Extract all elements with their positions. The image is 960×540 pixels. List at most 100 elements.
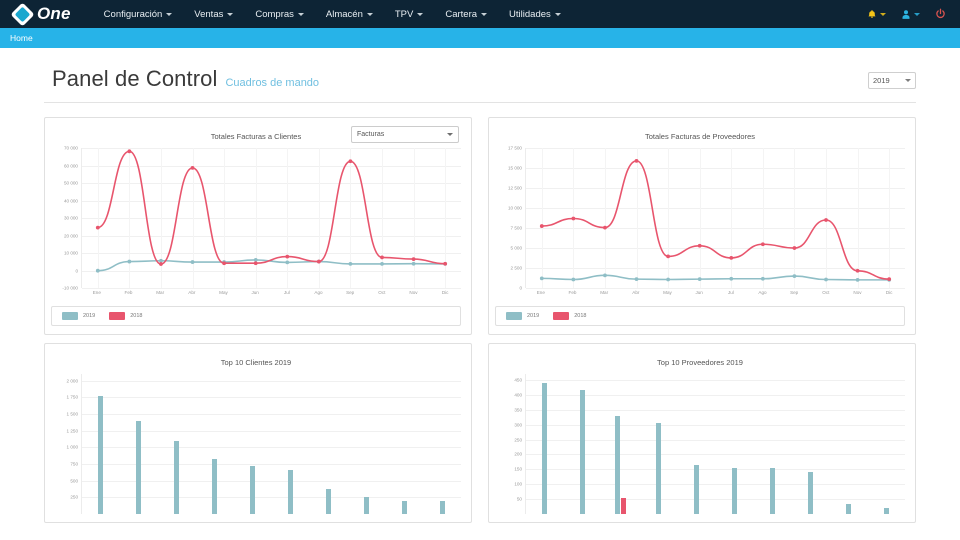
nav-item-cartera[interactable]: Cartera	[434, 3, 498, 26]
series-point-2019[interactable]	[729, 277, 733, 281]
breadcrumb-item-home[interactable]: Home	[10, 33, 33, 43]
series-point-2019[interactable]	[571, 278, 575, 282]
series-point-2018[interactable]	[666, 254, 670, 258]
series-point-2018[interactable]	[761, 242, 765, 246]
nav-item-configuracion[interactable]: Configuración	[93, 3, 184, 26]
series-point-2018[interactable]	[793, 246, 797, 250]
nav-item-compras[interactable]: Compras	[244, 3, 315, 26]
series-point-2018[interactable]	[571, 217, 575, 221]
series-point-2019[interactable]	[159, 259, 163, 263]
bar-2019[interactable]	[326, 489, 331, 514]
logout-button[interactable]	[929, 4, 952, 24]
year-select[interactable]: 2019	[868, 72, 916, 89]
series-point-2019[interactable]	[349, 262, 353, 266]
series-point-2018[interactable]	[603, 226, 607, 230]
bar-2019[interactable]	[136, 421, 141, 514]
series-point-2019[interactable]	[380, 262, 384, 266]
series-point-2019[interactable]	[698, 277, 702, 281]
bar-2018[interactable]	[621, 498, 626, 514]
series-line-2019	[542, 275, 889, 280]
y-axis-tick: 250	[70, 495, 78, 500]
bar-2019[interactable]	[542, 383, 547, 514]
bar-2019[interactable]	[656, 423, 661, 514]
series-point-2019[interactable]	[412, 262, 416, 266]
bar-2019[interactable]	[694, 465, 699, 514]
y-axis-tick: 350	[514, 407, 522, 412]
bar-2019[interactable]	[174, 441, 179, 514]
series-point-2019[interactable]	[761, 277, 765, 281]
series-point-2019[interactable]	[635, 277, 639, 281]
series-point-2019[interactable]	[603, 273, 607, 277]
bar-2019[interactable]	[846, 504, 851, 514]
panel-top10-clientes: Top 10 Clientes 2019 2 0001 7501 5001 25…	[44, 343, 472, 523]
bar-2019[interactable]	[98, 396, 103, 514]
bar-group	[196, 374, 234, 514]
chevron-down-icon	[914, 13, 920, 16]
series-point-2019[interactable]	[540, 276, 544, 280]
series-point-2018[interactable]	[127, 149, 131, 153]
series-point-2018[interactable]	[824, 218, 828, 222]
bar-2019[interactable]	[364, 497, 369, 514]
series-point-2018[interactable]	[317, 260, 321, 264]
series-point-2018[interactable]	[887, 277, 891, 281]
bar-2019[interactable]	[884, 508, 889, 514]
brand-logo[interactable]: One	[14, 4, 71, 24]
nav-label: TPV	[395, 9, 413, 20]
series-point-2019[interactable]	[191, 260, 195, 264]
bar-2019[interactable]	[288, 470, 293, 514]
bar-group	[640, 374, 678, 514]
nav-item-tpv[interactable]: TPV	[384, 3, 434, 26]
nav-item-utilidades[interactable]: Utilidades	[498, 3, 572, 26]
series-point-2019[interactable]	[254, 258, 258, 262]
series-point-2018[interactable]	[222, 261, 226, 265]
legend-item-2018[interactable]: 2018	[553, 312, 586, 320]
series-point-2019[interactable]	[127, 260, 131, 264]
legend-item-2018[interactable]: 2018	[109, 312, 142, 320]
series-point-2019[interactable]	[856, 278, 860, 282]
legend-item-2019[interactable]: 2019	[506, 312, 539, 320]
nav-label: Ventas	[194, 9, 223, 20]
bar-2019[interactable]	[808, 472, 813, 514]
bar-2019[interactable]	[615, 416, 620, 514]
series-point-2019[interactable]	[666, 278, 670, 282]
bar-group	[347, 374, 385, 514]
bar-2019[interactable]	[250, 466, 255, 514]
bar-2019[interactable]	[402, 501, 407, 514]
nav-label: Configuración	[104, 9, 163, 20]
legend-item-2019[interactable]: 2019	[62, 312, 95, 320]
series-point-2018[interactable]	[285, 255, 289, 259]
nav-item-ventas[interactable]: Ventas	[183, 3, 244, 26]
bar-group	[867, 374, 905, 514]
series-point-2018[interactable]	[380, 256, 384, 260]
series-point-2018[interactable]	[635, 159, 639, 163]
bar-2019[interactable]	[212, 459, 217, 514]
series-point-2018[interactable]	[412, 257, 416, 261]
series-point-2018[interactable]	[443, 262, 447, 266]
bar-2019[interactable]	[440, 501, 445, 514]
x-axis-tick: Mar	[600, 290, 608, 295]
series-point-2019[interactable]	[824, 278, 828, 282]
nav-item-almacen[interactable]: Almacén	[315, 3, 384, 26]
series-point-2019[interactable]	[285, 261, 289, 265]
series-point-2019[interactable]	[793, 274, 797, 278]
bar-2019[interactable]	[580, 390, 585, 514]
x-axis-tick: Dic	[886, 290, 893, 295]
bar-2019[interactable]	[770, 468, 775, 514]
notifications-button[interactable]	[861, 5, 892, 24]
series-point-2018[interactable]	[349, 159, 353, 163]
series-point-2018[interactable]	[698, 244, 702, 248]
facturas-type-select[interactable]: Facturas	[351, 126, 459, 143]
series-point-2018[interactable]	[540, 224, 544, 228]
series-point-2018[interactable]	[159, 262, 163, 266]
bar-2019[interactable]	[732, 468, 737, 514]
panel-title: Top 10 Proveedores 2019	[657, 358, 743, 367]
series-point-2018[interactable]	[729, 256, 733, 260]
user-menu-button[interactable]	[895, 5, 926, 24]
series-point-2018[interactable]	[96, 226, 100, 230]
series-point-2018[interactable]	[254, 261, 258, 265]
series-point-2018[interactable]	[856, 269, 860, 273]
series-point-2018[interactable]	[191, 166, 195, 170]
nav-label: Utilidades	[509, 9, 551, 20]
panel-header: Totales Facturas a Clientes Facturas	[51, 126, 461, 146]
series-point-2019[interactable]	[96, 269, 100, 273]
